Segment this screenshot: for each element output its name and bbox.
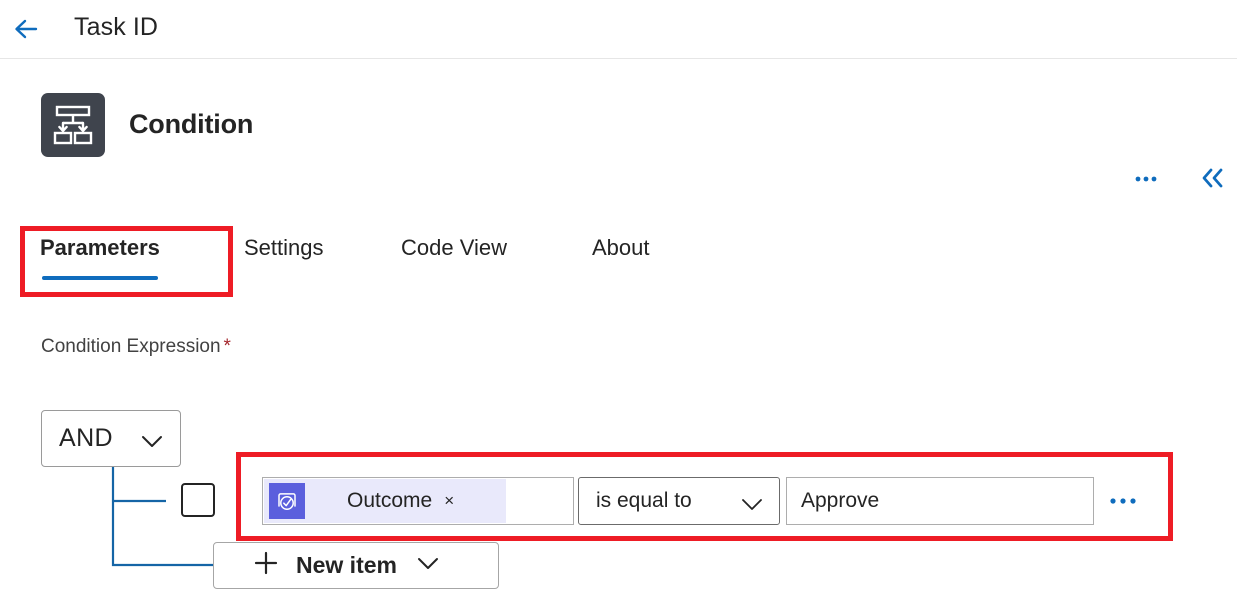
top-bar: Task ID (0, 0, 1237, 59)
condition-expression-label: Condition Expression * (41, 336, 231, 358)
condition-value-text: Approve (801, 489, 880, 512)
condition-branch-icon (41, 93, 105, 157)
tab-about[interactable]: About (592, 226, 650, 282)
condition-operator-value: is equal to (596, 489, 692, 512)
condition-row-checkbox[interactable] (181, 483, 215, 517)
tab-about-label: About (592, 235, 650, 260)
tab-settings[interactable]: Settings (244, 226, 324, 282)
double-chevron-left-icon[interactable] (1196, 162, 1230, 194)
new-item-label: New item (296, 552, 397, 578)
token-chip-outcome[interactable]: Outcome × (264, 479, 506, 523)
condition-expression-label-text: Condition Expression (41, 336, 221, 357)
group-operator-dropdown[interactable]: AND (41, 410, 181, 467)
tab-code-view-label: Code View (401, 235, 507, 260)
node-title: Condition (129, 109, 254, 139)
node-header: Condition (0, 58, 1237, 192)
tab-bar: Parameters Settings Code View About (0, 226, 1237, 288)
group-operator-value: AND (59, 424, 113, 452)
back-arrow-icon[interactable] (10, 12, 46, 46)
tab-code-view[interactable]: Code View (401, 226, 507, 282)
condition-value-field[interactable]: Approve (786, 477, 1094, 525)
chevron-down-icon (739, 495, 765, 518)
tab-parameters-label: Parameters (40, 235, 160, 260)
required-asterisk: * (223, 336, 231, 357)
condition-operand-field[interactable]: Outcome × (262, 477, 574, 525)
tab-active-underline (42, 276, 158, 280)
token-label: Outcome (347, 489, 433, 512)
new-item-button[interactable]: New item (213, 542, 499, 589)
condition-operator-dropdown[interactable]: is equal to (578, 477, 780, 525)
condition-row-ellipsis-icon[interactable] (1104, 488, 1142, 514)
tab-parameters[interactable]: Parameters (40, 226, 160, 282)
page-title: Task ID (74, 13, 159, 41)
chevron-down-icon (138, 431, 166, 456)
ellipsis-icon[interactable] (1128, 164, 1164, 194)
plus-icon (252, 549, 280, 582)
chevron-down-icon (415, 554, 441, 577)
tab-settings-label: Settings (244, 235, 324, 260)
token-remove-icon[interactable]: × (444, 491, 454, 511)
approvals-outcome-icon (269, 483, 305, 519)
